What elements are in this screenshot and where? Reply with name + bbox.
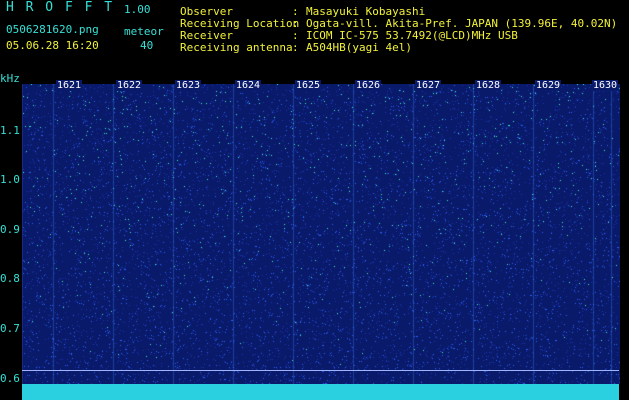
ytick-0-8: 0.8	[0, 272, 20, 285]
frequency-unit-label: kHz	[0, 72, 20, 85]
datetime-label: 05.06.28 16:20	[6, 39, 99, 52]
meteor-label: meteor	[124, 25, 164, 38]
spectrogram-panel	[22, 84, 620, 384]
ytick-1-0: 1.0	[0, 173, 20, 186]
ytick-0-9: 0.9	[0, 223, 20, 236]
app-logo: H R O F F T	[6, 0, 115, 15]
minute-label-1622: 1622	[116, 80, 143, 91]
meteor-count: 40	[140, 39, 154, 52]
ytick-0-6: 0.6	[0, 372, 20, 385]
minute-label-1621: 1621	[56, 80, 83, 91]
info-value-antenna: A504HB(yagi 4el)	[306, 41, 412, 54]
info-sep-3: :	[292, 41, 299, 54]
minute-label-1630: 1630	[592, 80, 619, 91]
minute-label-1625: 1625	[295, 80, 322, 91]
minute-label-1626: 1626	[355, 80, 382, 91]
version-label: 1.00	[124, 3, 151, 16]
info-label-antenna: Receiving antenna	[180, 41, 293, 54]
ytick-1-1: 1.1	[0, 124, 20, 137]
signal-meter-strip	[22, 384, 619, 400]
minute-label-1624: 1624	[235, 80, 262, 91]
minute-label-1629: 1629	[535, 80, 562, 91]
minute-label-1627: 1627	[415, 80, 442, 91]
minute-label-1628: 1628	[475, 80, 502, 91]
minute-label-1623: 1623	[175, 80, 202, 91]
filename-label: 0506281620.png	[6, 23, 99, 36]
ytick-0-7: 0.7	[0, 322, 20, 335]
baseline-line	[22, 370, 619, 371]
